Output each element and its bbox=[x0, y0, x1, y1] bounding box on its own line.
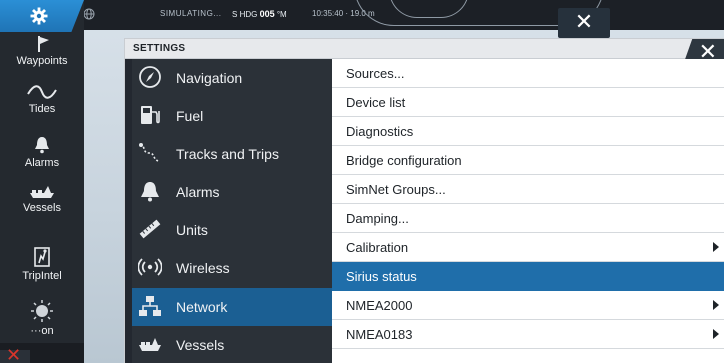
sidebar-item-sun-moon[interactable]: ···on bbox=[0, 300, 84, 337]
category-label: Navigation bbox=[176, 70, 243, 86]
option-label: Bridge configuration bbox=[346, 153, 462, 168]
sun-icon bbox=[31, 300, 53, 322]
category-alarms[interactable]: Alarms bbox=[132, 173, 332, 211]
flag-icon bbox=[38, 36, 49, 52]
sidebar-item-label: Alarms bbox=[24, 157, 60, 169]
category-label: Network bbox=[176, 299, 228, 315]
category-label: Vessels bbox=[176, 337, 225, 353]
option-bridge-configuration[interactable]: Bridge configuration bbox=[332, 146, 724, 175]
chevron-right-icon bbox=[713, 242, 719, 252]
category-fuel[interactable]: Fuel bbox=[132, 97, 332, 135]
category-wireless[interactable]: Wireless bbox=[132, 249, 332, 287]
option-nmea0183[interactable]: NMEA0183 bbox=[332, 320, 724, 349]
option-label: Calibration bbox=[346, 240, 409, 255]
sidebar-item-tripintel[interactable]: TripIntel bbox=[0, 247, 84, 282]
option-label: NMEA2000 bbox=[346, 298, 413, 313]
sidebar-item-label: TripIntel bbox=[22, 270, 62, 282]
wave-icon bbox=[27, 85, 57, 99]
option-sirius-status[interactable]: Sirius status bbox=[332, 262, 724, 291]
globe-icon bbox=[83, 8, 95, 20]
compass-icon bbox=[139, 66, 161, 88]
sidebar-item-label: Waypoints bbox=[16, 55, 68, 67]
wireless-icon bbox=[138, 258, 162, 276]
sidebar-item-label: ···on bbox=[30, 325, 54, 337]
option-label: NMEA0183 bbox=[346, 327, 413, 342]
category-label: Wireless bbox=[176, 260, 230, 276]
status-bar: SIMULATING... S HDG 005 °M 10:35:40 · 19… bbox=[83, 0, 724, 30]
sidebar-item-alarms[interactable]: Alarms bbox=[0, 136, 84, 169]
bell-icon bbox=[141, 182, 159, 202]
option-simnet-groups[interactable]: SimNet Groups... bbox=[332, 175, 724, 204]
category-label: Tracks and Trips bbox=[176, 146, 279, 162]
option-sources[interactable]: Sources... bbox=[332, 59, 724, 88]
chevron-right-icon bbox=[713, 329, 719, 339]
option-damping[interactable]: Damping... bbox=[332, 204, 724, 233]
sidebar-close-button[interactable]: ✕ bbox=[0, 345, 30, 363]
option-nmea2000[interactable]: NMEA2000 bbox=[332, 291, 724, 320]
sidebar-item-waypoints[interactable]: Waypoints bbox=[0, 36, 84, 67]
trip-icon bbox=[34, 247, 50, 267]
option-diagnostics[interactable]: Diagnostics bbox=[332, 117, 724, 146]
bell-icon bbox=[35, 137, 49, 154]
fuel-pump-icon bbox=[141, 106, 160, 124]
category-label: Units bbox=[176, 222, 208, 238]
sidebar: Waypoints Tides Alarms Vessels TripIntel bbox=[0, 0, 84, 363]
heading-readout: S HDG 005 °M bbox=[232, 9, 287, 19]
option-label: Diagnostics bbox=[346, 124, 414, 139]
category-network[interactable]: Network bbox=[132, 288, 332, 326]
option-label: SimNet Groups... bbox=[346, 182, 446, 197]
option-label: Device list bbox=[346, 95, 406, 110]
sidebar-item-vessels[interactable]: Vessels bbox=[0, 185, 84, 214]
chevron-right-icon bbox=[713, 300, 719, 310]
category-units[interactable]: Units bbox=[132, 211, 332, 249]
simulating-label: SIMULATING... bbox=[160, 9, 222, 18]
settings-tab[interactable] bbox=[0, 0, 84, 32]
category-tracks-and-trips[interactable]: Tracks and Trips bbox=[132, 135, 332, 173]
gear-icon bbox=[30, 7, 48, 25]
option-label: Sirius status bbox=[346, 269, 417, 284]
option-label: Sources... bbox=[346, 66, 405, 81]
ruler-icon bbox=[139, 219, 161, 239]
settings-option-list: Sources... Device list Diagnostics Bridg… bbox=[332, 59, 724, 363]
tracks-icon bbox=[139, 143, 161, 162]
top-close-button[interactable]: ✕ bbox=[558, 8, 610, 38]
sidebar-item-label: Vessels bbox=[23, 202, 61, 214]
category-vessels[interactable]: Vessels bbox=[132, 326, 332, 363]
category-label: Fuel bbox=[176, 108, 204, 124]
settings-category-list: Navigation Fuel Tracks and Trips Alarms bbox=[125, 59, 332, 363]
option-label: Damping... bbox=[346, 211, 409, 226]
sidebar-item-tides[interactable]: Tides bbox=[0, 84, 84, 115]
close-icon: ✕ bbox=[6, 345, 22, 363]
settings-dialog: SETTINGS ✕ Navigation Fuel Tracks and Tr… bbox=[124, 38, 724, 363]
dialog-header: SETTINGS bbox=[125, 39, 724, 59]
sidebar-item-label: Tides bbox=[28, 103, 56, 115]
category-label: Alarms bbox=[176, 184, 220, 200]
network-icon bbox=[139, 296, 161, 316]
option-device-list[interactable]: Device list bbox=[332, 88, 724, 117]
ship-icon bbox=[30, 186, 54, 198]
ship-icon bbox=[139, 338, 161, 351]
option-calibration[interactable]: Calibration bbox=[332, 233, 724, 262]
category-navigation[interactable]: Navigation bbox=[132, 59, 332, 97]
dialog-title: SETTINGS bbox=[133, 43, 186, 54]
